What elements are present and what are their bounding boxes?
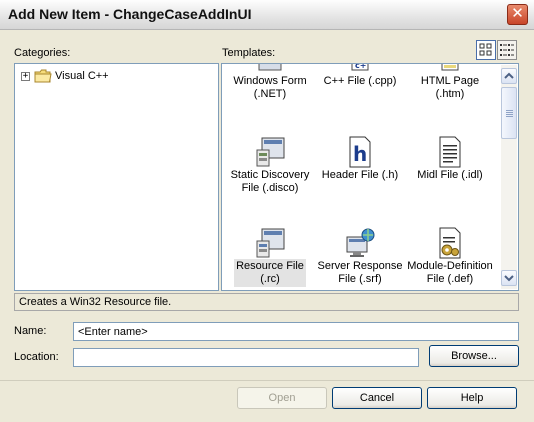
template-label: C++ File (.cpp): [323, 75, 397, 87]
template-label: Module-Definition File (.def): [407, 260, 493, 285]
template-label: Static Discovery File (.disco): [230, 169, 310, 194]
expand-icon[interactable]: +: [21, 71, 30, 81]
server-response-icon: [346, 228, 375, 257]
small-icons-view-icon: [500, 44, 514, 56]
template-module-definition[interactable]: Module-Definition File (.def): [405, 227, 495, 287]
open-button[interactable]: Open: [237, 387, 327, 409]
midl-file-icon: [439, 136, 461, 168]
title-bar: Add New Item - ChangeCaseAddInUI ✕: [0, 0, 534, 30]
html-page-icon: [441, 64, 459, 71]
scroll-thumb[interactable]: [501, 87, 517, 139]
tree-item-visual-cpp[interactable]: + Visual C++: [21, 68, 109, 84]
template-static-discovery[interactable]: Static Discovery File (.disco): [225, 136, 315, 196]
template-label: HTML Page (.htm): [420, 75, 480, 100]
footer-separator: [0, 380, 534, 381]
tree-item-label: Visual C++: [55, 70, 109, 82]
template-windows-form[interactable]: Windows Form (.NET): [225, 64, 315, 102]
categories-label: Categories:: [14, 47, 71, 59]
large-icons-view-button[interactable]: [476, 40, 496, 60]
header-file-icon: h: [349, 136, 371, 168]
window-title: Add New Item - ChangeCaseAddInUI: [8, 6, 252, 22]
template-midl-file[interactable]: Midl File (.idl): [405, 136, 495, 183]
template-label: Resource File (.rc): [234, 259, 306, 287]
large-icons-view-icon: [479, 43, 492, 56]
help-button[interactable]: Help: [427, 387, 517, 409]
windows-form-icon: [258, 64, 282, 71]
svg-text:h: h: [353, 142, 367, 166]
browse-button[interactable]: Browse...: [429, 345, 519, 367]
name-input[interactable]: [73, 322, 519, 341]
module-definition-icon: [439, 227, 461, 259]
resource-file-icon: [256, 228, 285, 258]
template-cpp-file[interactable]: c+ C++ File (.cpp): [315, 63, 405, 89]
templates-label: Templates:: [222, 47, 276, 59]
cancel-button[interactable]: Cancel: [332, 387, 422, 409]
svg-text:c+: c+: [355, 63, 366, 70]
static-discovery-icon: [256, 137, 285, 167]
name-label: Name:: [14, 325, 47, 337]
chevron-up-icon: [504, 72, 514, 79]
location-input[interactable]: [73, 348, 419, 367]
scroll-up-button[interactable]: [501, 68, 517, 84]
template-description: Creates a Win32 Resource file.: [14, 293, 519, 311]
chevron-down-icon: [504, 275, 514, 282]
template-label: Midl File (.idl): [417, 169, 483, 181]
categories-tree[interactable]: + Visual C++: [14, 63, 219, 291]
cpp-file-icon: c+: [351, 63, 369, 71]
template-html-page[interactable]: HTML Page (.htm): [405, 64, 495, 102]
folder-icon: [34, 69, 52, 83]
template-resource-file[interactable]: Resource File (.rc): [225, 227, 315, 287]
template-label: Server Response File (.srf): [317, 260, 403, 285]
templates-list[interactable]: Windows Form (.NET) c+ C++ File (.cpp) HT…: [221, 63, 519, 291]
small-icons-view-button[interactable]: [497, 40, 517, 60]
close-icon: ✕: [511, 5, 524, 22]
template-header-file[interactable]: h Header File (.h): [315, 136, 405, 183]
template-label: Header File (.h): [321, 169, 399, 181]
template-server-response[interactable]: Server Response File (.srf): [315, 227, 405, 287]
scroll-down-button[interactable]: [501, 270, 517, 286]
close-button[interactable]: ✕: [507, 4, 528, 25]
templates-scrollbar[interactable]: [501, 65, 517, 289]
template-label: Windows Form (.NET): [233, 75, 307, 100]
location-label: Location:: [14, 351, 59, 363]
